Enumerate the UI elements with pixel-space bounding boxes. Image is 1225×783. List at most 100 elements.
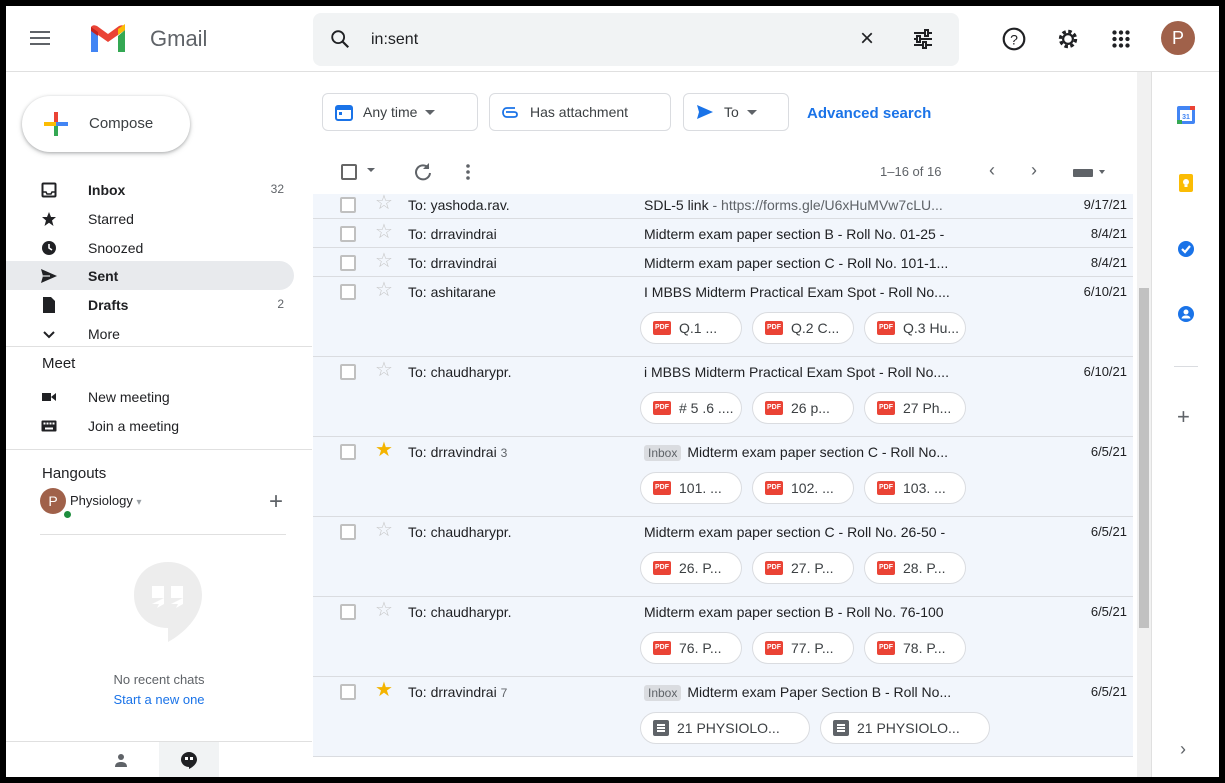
attachment-chip[interactable]: PDF # 5 .6 .... xyxy=(640,392,742,424)
contacts-person-icon[interactable] xyxy=(113,752,129,768)
get-addons-plus-icon[interactable]: + xyxy=(1177,404,1190,430)
attachment-chip[interactable]: PDF 102. ... xyxy=(752,472,854,504)
left-sidebar: Compose Inbox 32 Starred Snoozed Sent Drafts 2… xyxy=(6,72,312,777)
attachment-chip[interactable]: PDF 26. P... xyxy=(640,552,742,584)
keyboard-icon xyxy=(41,418,57,434)
settings-gear-icon[interactable] xyxy=(1055,26,1081,52)
row-checkbox[interactable] xyxy=(340,226,356,242)
gmail-logo-icon[interactable] xyxy=(88,24,128,54)
attachment-chip[interactable]: 21 PHYSIOLO... xyxy=(820,712,990,744)
row-checkbox[interactable] xyxy=(340,284,356,300)
email-row[interactable]: ★ To: drravindrai 3 Inbox Midterm exam pape… xyxy=(313,437,1133,517)
attachment-chip[interactable]: 21 PHYSIOLO... xyxy=(640,712,810,744)
attachment-chip[interactable]: PDF Q.1 ... xyxy=(640,312,742,344)
row-checkbox[interactable] xyxy=(340,197,356,213)
attachment-chip[interactable]: PDF 103. ... xyxy=(864,472,966,504)
search-options-icon[interactable] xyxy=(911,27,935,51)
older-chevron-left-icon[interactable]: ‹ xyxy=(989,160,995,181)
chevron-down-icon xyxy=(41,326,57,342)
new-conversation-plus-icon[interactable]: + xyxy=(269,488,283,516)
attachment-chip[interactable]: PDF Q.2 C... xyxy=(752,312,854,344)
star-icon[interactable]: ★ xyxy=(375,680,393,700)
send-arrow-icon xyxy=(697,105,713,119)
sidebar-item-sent[interactable]: Sent xyxy=(6,261,294,291)
email-row[interactable]: ☆ To: yashoda.rav. SDL-5 link - https://fo… xyxy=(313,194,1133,219)
email-row[interactable]: ☆ To: drravindrai Midterm exam paper secti… xyxy=(313,219,1133,248)
row-checkbox[interactable] xyxy=(340,604,356,620)
sidebar-item-drafts[interactable]: Drafts 2 xyxy=(6,290,294,319)
sidebar-item-snoozed[interactable]: Snoozed xyxy=(6,233,294,262)
attachment-name: # 5 .6 .... xyxy=(679,400,734,416)
hangouts-user-avatar[interactable]: P xyxy=(40,488,66,514)
clear-search-icon[interactable]: × xyxy=(860,26,874,52)
star-icon[interactable]: ☆ xyxy=(375,360,393,380)
scrollbar-thumb[interactable] xyxy=(1139,288,1149,628)
attachment-chip[interactable]: PDF 27 Ph... xyxy=(864,392,966,424)
dropdown-arrow-icon xyxy=(746,109,757,115)
more-vert-icon[interactable] xyxy=(458,162,478,182)
newer-chevron-right-icon[interactable]: › xyxy=(1031,160,1037,181)
star-icon[interactable]: ☆ xyxy=(375,520,393,540)
meet-item-new-meeting[interactable]: New meeting xyxy=(6,382,294,411)
star-icon[interactable]: ★ xyxy=(375,440,393,460)
main-menu-icon[interactable] xyxy=(28,26,52,50)
advanced-search-link[interactable]: Advanced search xyxy=(807,105,931,122)
star-icon[interactable]: ☆ xyxy=(375,280,393,300)
start-new-chat-link[interactable]: Start a new one xyxy=(6,692,312,707)
email-row[interactable]: ☆ To: drravindrai Midterm exam paper secti… xyxy=(313,248,1133,277)
attachment-chip[interactable]: PDF 26 p... xyxy=(752,392,854,424)
email-row[interactable]: ★ To: drravindrai 7 Inbox Midterm exam Pape… xyxy=(313,677,1133,757)
search-icon[interactable] xyxy=(329,28,351,50)
email-row[interactable]: ☆ To: chaudharypr. i MBBS Midterm Practica… xyxy=(313,357,1133,437)
recipient: To: chaudharypr. xyxy=(408,604,512,620)
chevron-down-icon[interactable]: ▾ xyxy=(137,497,142,508)
select-all-checkbox[interactable] xyxy=(341,164,357,180)
attachment-chip[interactable]: PDF 27. P... xyxy=(752,552,854,584)
to-filter[interactable]: To xyxy=(683,93,789,131)
svg-text:?: ? xyxy=(1010,31,1018,47)
show-side-panel-chevron-icon[interactable]: › xyxy=(1180,739,1186,760)
email-row[interactable]: ☆ To: chaudharypr. Midterm exam paper sect… xyxy=(313,517,1133,597)
apps-grid-icon[interactable] xyxy=(1108,26,1134,52)
email-row[interactable]: ☆ To: ashitarane I MBBS Midterm Practical … xyxy=(313,277,1133,357)
input-tools-keyboard-icon[interactable] xyxy=(1073,166,1107,178)
hangouts-user-name[interactable]: Physiology ▾ xyxy=(70,493,142,508)
star-icon[interactable]: ☆ xyxy=(375,600,393,620)
sidebar-item-starred[interactable]: Starred xyxy=(6,204,294,233)
conversations-tab[interactable] xyxy=(159,742,219,777)
email-row[interactable]: ☆ To: chaudharypr. Midterm exam paper sect… xyxy=(313,597,1133,677)
email-subject: I MBBS Midterm Practical Exam Spot - Rol… xyxy=(644,284,950,300)
contacts-app-icon[interactable] xyxy=(1177,305,1195,323)
row-checkbox[interactable] xyxy=(340,364,356,380)
inbox-label-badge[interactable]: Inbox xyxy=(644,685,682,701)
attachment-chip[interactable]: PDF 101. ... xyxy=(640,472,742,504)
attachment-chip[interactable]: PDF 77. P... xyxy=(752,632,854,664)
inbox-icon xyxy=(41,182,57,198)
keep-app-icon[interactable] xyxy=(1177,174,1195,192)
tasks-app-icon[interactable] xyxy=(1177,240,1195,258)
any-time-filter[interactable]: Any time xyxy=(322,93,478,131)
sidebar-item-inbox[interactable]: Inbox 32 xyxy=(6,175,294,204)
star-icon[interactable]: ☆ xyxy=(375,194,393,213)
refresh-icon[interactable] xyxy=(413,162,433,182)
attachment-chip[interactable]: PDF Q.3 Hu... xyxy=(864,312,966,344)
attachment-chip[interactable]: PDF 28. P... xyxy=(864,552,966,584)
calendar-app-icon[interactable]: 31 xyxy=(1177,106,1195,124)
account-avatar[interactable]: P xyxy=(1161,21,1195,55)
star-icon[interactable]: ☆ xyxy=(375,251,393,271)
help-icon[interactable]: ? xyxy=(1001,26,1027,52)
sidebar-item-more[interactable]: More xyxy=(6,319,294,348)
row-checkbox[interactable] xyxy=(340,255,356,271)
row-checkbox[interactable] xyxy=(340,524,356,540)
inbox-label-badge[interactable]: Inbox xyxy=(644,445,682,461)
attachment-chip[interactable]: PDF 76. P... xyxy=(640,632,742,664)
row-checkbox[interactable] xyxy=(340,444,356,460)
row-checkbox[interactable] xyxy=(340,684,356,700)
select-dropdown-icon[interactable] xyxy=(367,168,375,172)
search-input[interactable] xyxy=(371,26,831,54)
star-icon[interactable]: ☆ xyxy=(375,222,393,242)
compose-button[interactable]: Compose xyxy=(22,96,190,152)
has-attachment-filter[interactable]: Has attachment xyxy=(489,93,671,131)
meet-item-join-a-meeting[interactable]: Join a meeting xyxy=(6,411,294,440)
attachment-chip[interactable]: PDF 78. P... xyxy=(864,632,966,664)
